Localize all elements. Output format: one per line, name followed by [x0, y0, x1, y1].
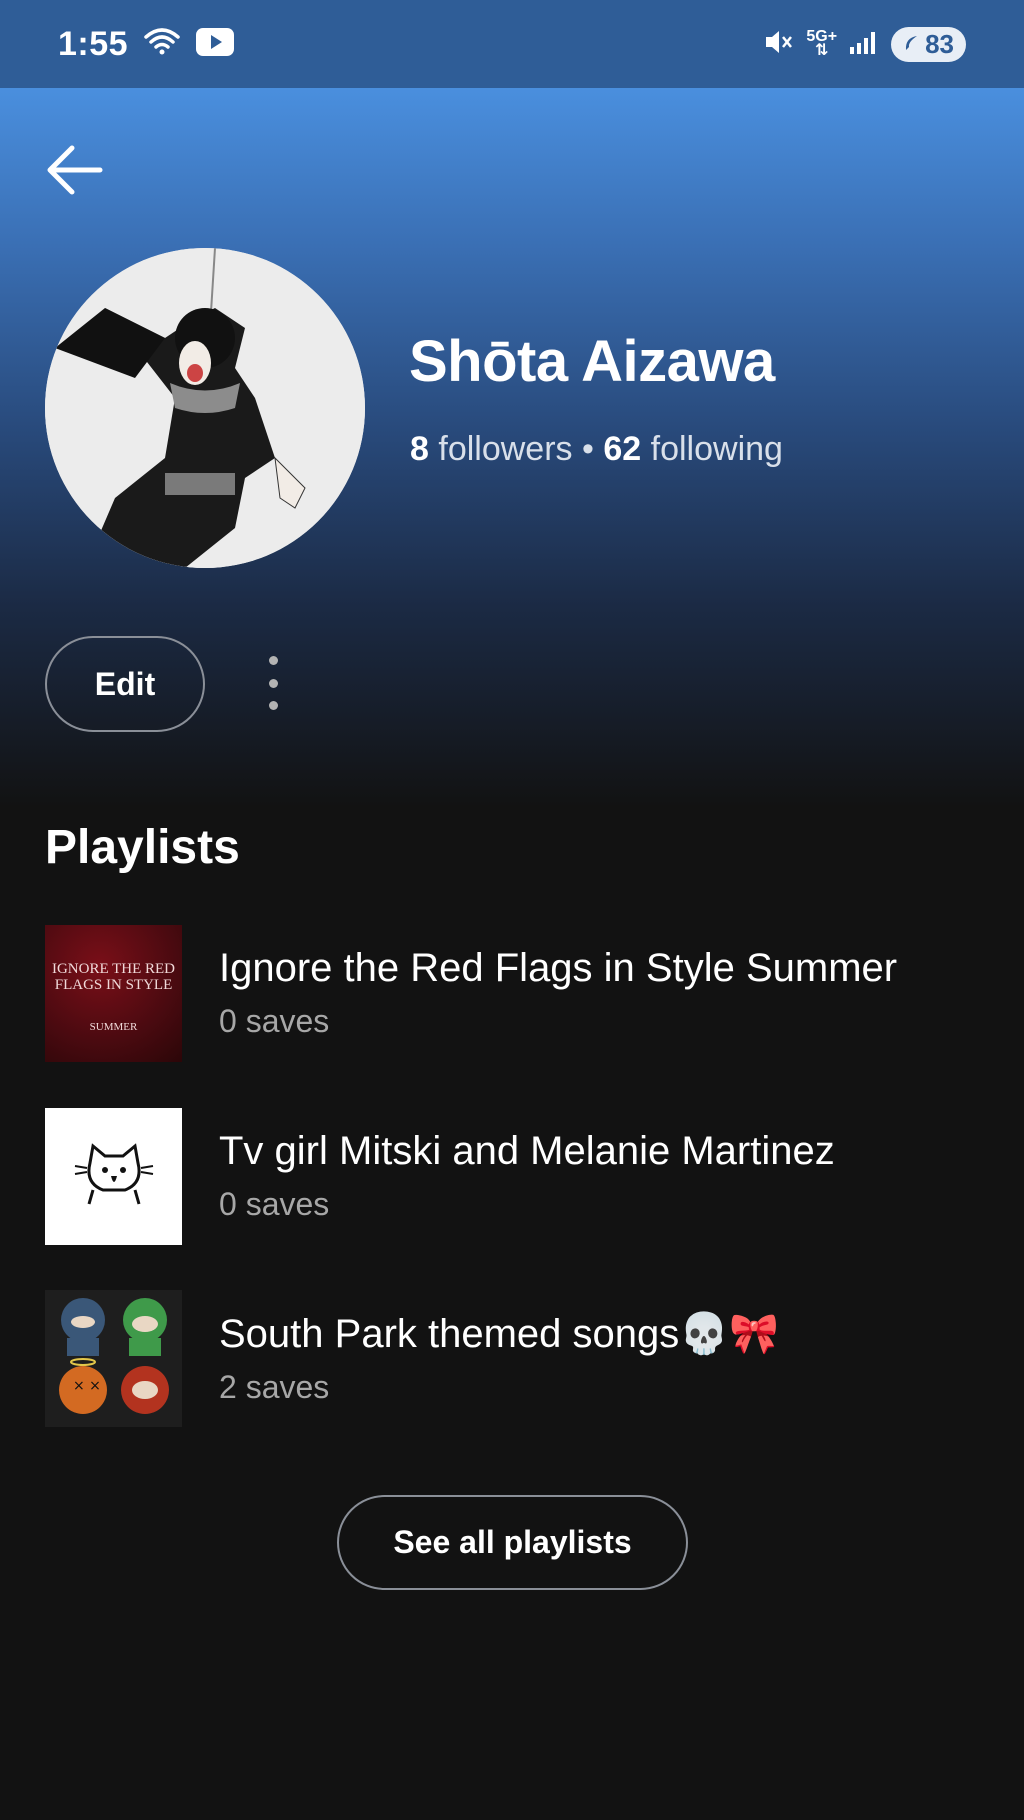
status-time: 1:55 [58, 24, 129, 63]
playlist-item[interactable]: Tv girl Mitski and Melanie Martinez 0 sa… [45, 1107, 995, 1245]
back-button[interactable] [40, 138, 108, 206]
south-park-characters-icon: × × [45, 1289, 182, 1427]
profile-header: Shōta Aizawa 8 followers • 62 following … [0, 88, 1024, 808]
following-count[interactable]: 62 [603, 430, 641, 468]
following-label[interactable]: following [651, 430, 783, 468]
stats-separator: • [582, 430, 594, 468]
cat-drawing-icon [74, 1142, 154, 1204]
svg-text:× ×: × × [73, 1378, 101, 1394]
network-label: 5G [806, 28, 828, 45]
avatar [45, 248, 365, 568]
playlist-text: Tv girl Mitski and Melanie Martinez 0 sa… [219, 1129, 835, 1223]
mute-icon [764, 28, 794, 61]
cover-text-sub: SUMMER [89, 1020, 138, 1033]
network-plus: + [827, 28, 838, 45]
cover-text-main: IGNORE THE RED FLAGS IN STYLE [51, 960, 176, 993]
status-left: 1:55 [58, 24, 235, 64]
playlist-saves: 2 saves [219, 1369, 330, 1405]
more-vertical-icon[interactable] [258, 648, 288, 718]
wifi-icon [144, 27, 180, 62]
playlist-saves: 0 saves [219, 1186, 330, 1222]
playlist-cover: × × [45, 1289, 182, 1427]
playlist-title: Tv girl Mitski and Melanie Martinez [219, 1129, 835, 1173]
more-dot [268, 678, 278, 688]
playlist-title: Ignore the Red Flags in Style Summer [219, 946, 898, 990]
playlist-text: Ignore the Red Flags in Style Summer 0 s… [219, 946, 897, 1040]
youtube-icon [196, 27, 235, 61]
playlist-cover: IGNORE THE RED FLAGS IN STYLE SUMMER [45, 924, 182, 1062]
avatar-image [45, 248, 365, 568]
playlist-cover [45, 1107, 182, 1245]
follow-stats: 8 followers • 62 following [410, 430, 783, 469]
playlist-item[interactable]: × × South Park themed songs💀🎀 2 saves [45, 1289, 995, 1427]
arrow-left-icon [44, 142, 104, 203]
playlist-item[interactable]: IGNORE THE RED FLAGS IN STYLE SUMMER Ign… [45, 924, 995, 1062]
status-right: 5G+ ⇅ 83 [764, 26, 966, 62]
battery-icon: 83 [891, 26, 966, 62]
signal-icon [849, 29, 879, 60]
playlist-title: South Park themed songs💀🎀 [219, 1312, 779, 1356]
status-bar: 1:55 5G+ ⇅ 83 [0, 0, 1024, 88]
more-dot [268, 656, 278, 665]
see-all-playlists-button[interactable]: See all playlists [337, 1495, 688, 1590]
profile-name: Shōta Aizawa [409, 329, 775, 394]
playlist-text: South Park themed songs💀🎀 2 saves [219, 1310, 779, 1406]
playlists-heading: Playlists [45, 821, 240, 874]
followers-label[interactable]: followers [438, 430, 572, 468]
edit-button[interactable]: Edit [45, 636, 205, 732]
network-5g-icon: 5G+ ⇅ [806, 28, 838, 59]
followers-count[interactable]: 8 [410, 430, 429, 468]
battery-level: 83 [925, 28, 954, 59]
playlist-saves: 0 saves [219, 1003, 330, 1039]
more-dot [268, 701, 278, 710]
